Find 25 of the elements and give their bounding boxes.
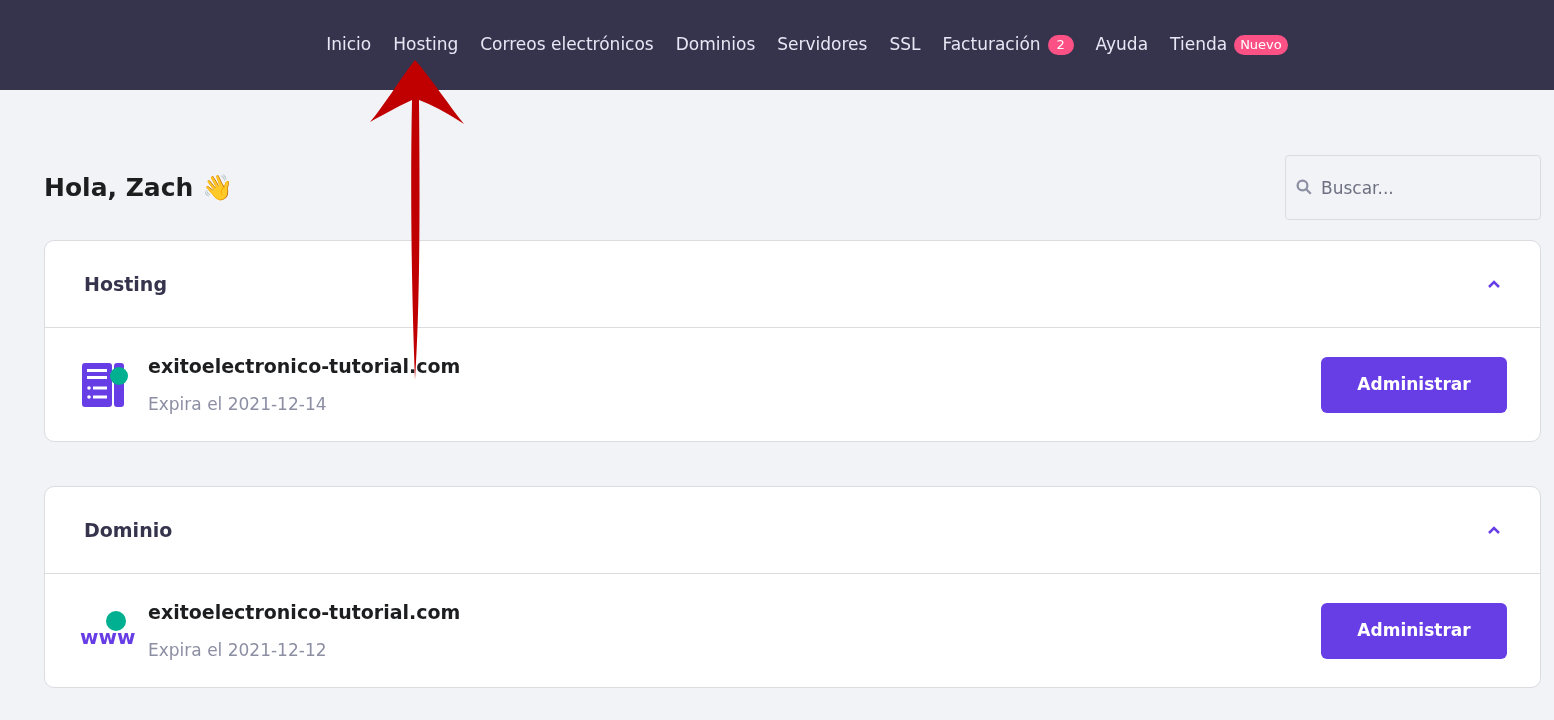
- www-icon-text: www: [80, 626, 136, 647]
- nav-link[interactable]: Dominios: [675, 32, 756, 58]
- section-title: Dominio: [84, 517, 173, 543]
- manage-button[interactable]: Administrar: [1321, 356, 1507, 413]
- expiry-date: Expira el 2021-12-12: [148, 639, 328, 662]
- nav-link[interactable]: Hosting: [393, 32, 459, 58]
- search-field[interactable]: Buscar...: [1285, 155, 1541, 220]
- nav-link[interactable]: Correos electrónicos: [480, 32, 654, 58]
- chevron-up-icon[interactable]: [1487, 279, 1501, 289]
- nav-link[interactable]: Inicio: [326, 32, 372, 58]
- chevron-up-icon[interactable]: [1487, 525, 1501, 535]
- nav-link[interactable]: SSL: [889, 32, 921, 58]
- search-icon: [1295, 178, 1313, 196]
- server-icon: [80, 360, 128, 409]
- nav-link[interactable]: Servidores: [777, 32, 868, 58]
- nav-badge: 2: [1047, 35, 1074, 55]
- nav-badge: Nuevo: [1234, 35, 1288, 55]
- expiry-date: Expira el 2021-12-14: [148, 393, 328, 416]
- manage-button[interactable]: Administrar: [1321, 602, 1507, 659]
- domain-name: exitoelectronico-tutorial.com: [148, 599, 461, 625]
- nav-link[interactable]: Tienda: [1170, 32, 1228, 58]
- section-title: Hosting: [84, 271, 167, 297]
- nav-link[interactable]: Facturación: [942, 32, 1041, 58]
- greeting-heading: Hola, Zach 👋: [44, 171, 234, 204]
- nav-link[interactable]: Ayuda: [1095, 32, 1149, 58]
